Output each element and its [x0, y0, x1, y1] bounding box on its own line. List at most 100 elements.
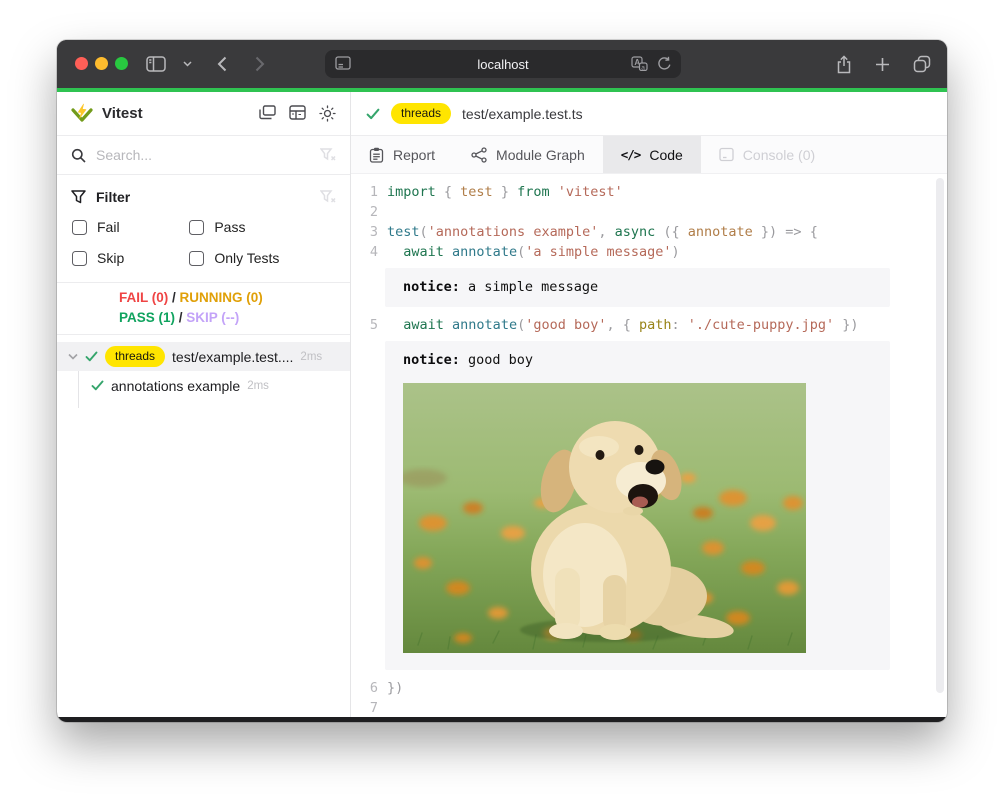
tab-report[interactable]: Report	[351, 136, 453, 173]
address-bar[interactable]: localhost A a	[325, 50, 681, 78]
pass-count: PASS (1)	[119, 310, 175, 325]
search-input[interactable]	[96, 147, 310, 163]
line-number: 5	[351, 315, 378, 335]
tab-console-0: Console (0)	[701, 136, 833, 173]
stacked-windows-icon[interactable]	[259, 105, 276, 122]
share-icon[interactable]	[836, 40, 852, 88]
scrollbar-thumb[interactable]	[936, 178, 944, 693]
url-text: localhost	[477, 57, 528, 72]
test-file-duration: 2ms	[300, 351, 322, 363]
webview: Vitest	[57, 88, 947, 717]
sidebar-toggle-icon[interactable]	[146, 40, 166, 88]
open-file-name: test/example.test.ts	[462, 106, 583, 122]
screenshot-root: localhost A a	[0, 0, 1004, 795]
tab-code[interactable]: </>Code	[603, 136, 701, 173]
annotation-text: a simple message	[460, 279, 598, 295]
line-number: 6	[351, 678, 378, 698]
tab-label: Code	[649, 147, 682, 163]
main-panel: threads test/example.test.ts Report Modul…	[351, 92, 947, 717]
back-icon[interactable]	[217, 40, 227, 88]
forward-icon[interactable]	[255, 40, 265, 88]
report-icon	[369, 147, 384, 163]
search-icon	[71, 148, 86, 163]
tab-module-graph[interactable]: Module Graph	[453, 136, 603, 173]
tab-label: Module Graph	[496, 147, 585, 163]
annotation-text: good boy	[460, 352, 533, 368]
chevron-down-icon[interactable]	[68, 353, 78, 360]
check-icon	[91, 380, 104, 391]
test-case-row[interactable]: annotations example 2ms	[91, 371, 350, 400]
check-icon	[85, 351, 98, 362]
vitest-logo-icon	[71, 103, 93, 124]
annotation-notice: notice: a simple message	[385, 268, 890, 307]
sidebar: Vitest	[57, 92, 351, 717]
chevron-down-icon[interactable]	[183, 40, 192, 88]
tab-overview-icon[interactable]	[913, 40, 931, 88]
pool-badge: threads	[105, 346, 165, 367]
code-line: 2	[351, 202, 947, 222]
test-case-name: annotations example	[111, 378, 240, 394]
filter-options: Fail Pass Skip Only Tests	[71, 219, 336, 266]
check-icon	[366, 108, 380, 120]
filter-option-pass[interactable]: Pass	[189, 219, 336, 235]
code-panel: 1import { test } from 'vitest'23test('an…	[351, 174, 947, 717]
filter-checkbox-skip[interactable]	[72, 251, 87, 266]
code-line: 4 await annotate('a simple message')	[351, 242, 947, 262]
filter-option-label: Fail	[97, 219, 120, 235]
code-line: 1import { test } from 'vitest'	[351, 182, 947, 202]
reload-icon[interactable]	[657, 56, 672, 71]
line-number: 7	[351, 698, 378, 717]
close-button[interactable]	[75, 57, 88, 70]
test-case-duration: 2ms	[247, 380, 269, 392]
test-file-row[interactable]: threads test/example.test.... 2ms	[57, 342, 350, 371]
new-tab-icon[interactable]	[875, 40, 890, 88]
filter-checkbox-pass[interactable]	[189, 220, 204, 235]
test-summary: FAIL (0) / RUNNING (0) PASS (1) / SKIP (…	[57, 282, 350, 335]
line-number: 3	[351, 222, 378, 242]
minimize-button[interactable]	[95, 57, 108, 70]
filter-option-label: Skip	[97, 250, 124, 266]
code-line: 5 await annotate('good boy', { path: './…	[351, 315, 947, 335]
app-title: Vitest	[102, 105, 143, 122]
code-line: 6})	[351, 678, 947, 698]
tab-bar: Report Module Graph </>Code Console (0)	[351, 136, 947, 174]
module-graph-icon	[471, 147, 487, 163]
sun-icon[interactable]	[319, 105, 336, 122]
clear-filter-icon[interactable]	[320, 190, 336, 204]
line-number: 4	[351, 242, 378, 262]
code-editor: 1import { test } from 'vitest'23test('an…	[351, 182, 947, 717]
browser-toolbar: localhost A a	[57, 40, 947, 88]
filter-option-skip[interactable]: Skip	[72, 250, 189, 266]
annotation-label: notice:	[403, 352, 460, 368]
fail-count: FAIL (0)	[119, 290, 168, 305]
translate-icon[interactable]: A a	[631, 56, 648, 71]
browser-window: localhost A a	[57, 40, 947, 722]
code-line: 3test('annotations example', async ({ an…	[351, 222, 947, 242]
filter-option-label: Pass	[214, 219, 245, 235]
pool-badge: threads	[391, 103, 451, 124]
dashboard-panel-icon[interactable]	[289, 105, 306, 122]
test-file-name: test/example.test....	[172, 349, 293, 365]
test-tree: threads test/example.test.... 2ms	[57, 335, 350, 717]
annotation-notice: notice: good boy	[385, 341, 890, 670]
puppy-photo	[403, 383, 806, 653]
line-number: 1	[351, 182, 378, 202]
filter-option-fail[interactable]: Fail	[72, 219, 189, 235]
annotation-label: notice:	[403, 279, 460, 295]
clear-search-filter-icon[interactable]	[320, 148, 336, 162]
filter-checkbox-only-tests[interactable]	[189, 251, 204, 266]
filter-checkbox-fail[interactable]	[72, 220, 87, 235]
page-icon	[335, 56, 351, 70]
zoom-button[interactable]	[115, 57, 128, 70]
filter-option-label: Only Tests	[214, 250, 279, 266]
running-count: RUNNING (0)	[180, 290, 263, 305]
line-number: 2	[351, 202, 378, 222]
file-header: threads test/example.test.ts	[351, 92, 947, 136]
code-line: 7	[351, 698, 947, 717]
filter-label: Filter	[96, 189, 130, 205]
tab-label: Console (0)	[743, 147, 815, 163]
funnel-icon	[71, 190, 86, 204]
console-icon	[719, 147, 734, 162]
skip-count: SKIP (--)	[186, 310, 239, 325]
filter-option-only-tests[interactable]: Only Tests	[189, 250, 336, 266]
